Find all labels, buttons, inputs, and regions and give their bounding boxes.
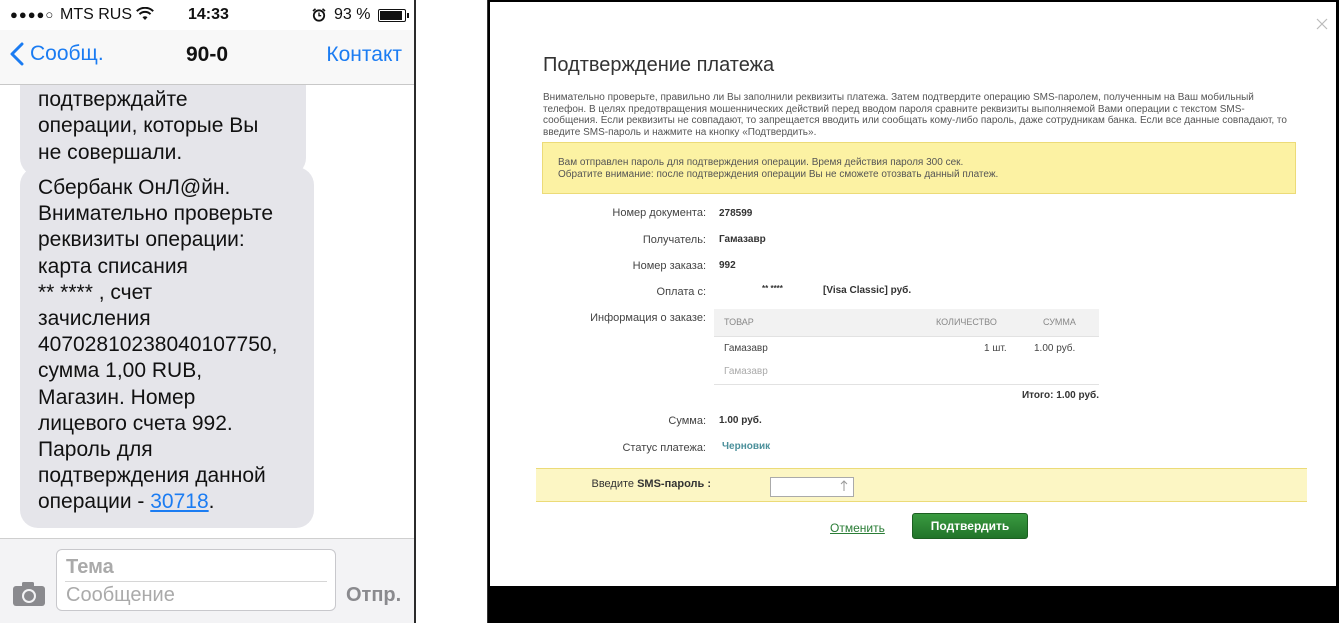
paid-from-label: Оплата с:: [656, 286, 706, 298]
doc-number-label: Номер документа:: [612, 207, 706, 219]
phone-screen: ●●●●○ MTS RUS 14:33 93 % Сообщ. 90-0 Кон…: [0, 0, 416, 623]
keyboard-icon[interactable]: [839, 480, 849, 492]
carrier-name: MTS RUS: [60, 6, 132, 23]
dialog-title: Подтверждение платежа: [543, 54, 775, 76]
camera-icon[interactable]: [12, 581, 46, 607]
order-number-label: Номер заказа:: [632, 260, 706, 272]
message-bubble: подтверждайте операции, которые Вы не со…: [20, 85, 306, 176]
message-text: Сбербанк ОнЛ@йн. Внимательно проверьте р…: [38, 176, 278, 514]
amount-value: 1.00 руб.: [719, 415, 762, 426]
order-total: Итого: 1.00 руб.: [714, 385, 1099, 405]
sms-password-row: Введите SMS-пароль :: [536, 468, 1307, 502]
row-sum: 1.00 руб.: [1034, 343, 1076, 354]
amount-label: Сумма:: [668, 415, 706, 427]
battery-fill: [380, 11, 403, 20]
col-qty-header: КОЛИЧЕСТВО: [936, 317, 997, 327]
close-icon[interactable]: [1316, 18, 1328, 30]
notice-line-2: Обратите внимание: после подтверждения о…: [558, 169, 999, 180]
row-sub-item: Гамазавр: [724, 366, 768, 377]
row-item: Гамазавр: [724, 343, 768, 354]
notice-line-1: Вам отправлен пароль для подтверждения о…: [558, 157, 964, 168]
order-total-value: Итого: 1.00 руб.: [1021, 390, 1099, 401]
table-row: Гамазавр 1 шт. 1.00 руб.: [714, 337, 1099, 361]
table-row-sub: Гамазавр: [714, 361, 1099, 385]
alarm-clock-icon: [312, 8, 326, 22]
paid-from-card: ** ****: [762, 284, 783, 293]
status-time: 14:33: [188, 6, 229, 23]
intro-text: Внимательно проверьте, правильно ли Вы з…: [543, 92, 1287, 138]
nav-bar: Сообщ. 90-0 Контакт: [0, 30, 414, 85]
message-list[interactable]: подтверждайте операции, которые Вы не со…: [0, 85, 414, 538]
subject-input[interactable]: Тема: [66, 556, 114, 579]
sms-label-prefix: Введите: [591, 478, 638, 490]
wifi-icon: [136, 7, 154, 20]
payment-confirmation-dialog: Подтверждение платежа Внимательно провер…: [490, 2, 1336, 586]
compose-divider: [65, 581, 327, 582]
compose-box[interactable]: Тема Сообщение: [56, 549, 336, 611]
doc-number-value: 278599: [719, 208, 753, 219]
col-sum-header: СУММА: [1043, 317, 1076, 327]
sms-label-bold: SMS-пароль :: [637, 478, 711, 490]
recipient-label: Получатель:: [642, 234, 706, 246]
message-text: подтверждайте операции, которые Вы не со…: [38, 88, 259, 164]
message-bubble: Сбербанк ОнЛ@йн. Внимательно проверьте р…: [20, 167, 314, 528]
row-qty: 1 шт.: [984, 343, 1007, 354]
compose-bar: Тема Сообщение Отпр.: [0, 538, 414, 623]
signal-strength-icon: ●●●●○: [10, 7, 55, 22]
message-input[interactable]: Сообщение: [66, 584, 175, 607]
sms-password-label: Введите SMS-пароль :: [592, 478, 712, 490]
order-table: ТОВАР КОЛИЧЕСТВО СУММА Гамазавр 1 шт. 1.…: [714, 309, 1099, 405]
order-number-value: 992: [719, 260, 736, 271]
cancel-link[interactable]: Отменить: [830, 521, 885, 535]
order-info-label: Информация о заказе:: [590, 312, 706, 324]
order-table-header: ТОВАР КОЛИЧЕСТВО СУММА: [714, 309, 1099, 337]
contact-button[interactable]: Контакт: [326, 43, 402, 67]
confirm-button[interactable]: Подтвердить: [912, 513, 1028, 539]
battery-tip: [407, 13, 409, 18]
col-item-header: ТОВАР: [724, 317, 754, 327]
send-button[interactable]: Отпр.: [346, 584, 401, 607]
web-window: Подтверждение платежа Внимательно провер…: [487, 0, 1339, 623]
message-text-end: .: [208, 490, 215, 514]
recipient-value: Гамазавр: [719, 234, 766, 245]
password-notice: Вам отправлен пароль для подтверждения о…: [542, 142, 1296, 194]
payment-status-label: Статус платежа:: [622, 442, 706, 454]
payment-status-value: Черновик: [722, 441, 771, 452]
status-bar: ●●●●○ MTS RUS 14:33 93 %: [0, 0, 414, 30]
battery-percent: 93 %: [334, 6, 371, 23]
sms-code-link[interactable]: 30718: [150, 490, 208, 513]
battery-icon: [378, 9, 409, 22]
paid-from-card-type: [Visa Classic] руб.: [823, 285, 912, 296]
